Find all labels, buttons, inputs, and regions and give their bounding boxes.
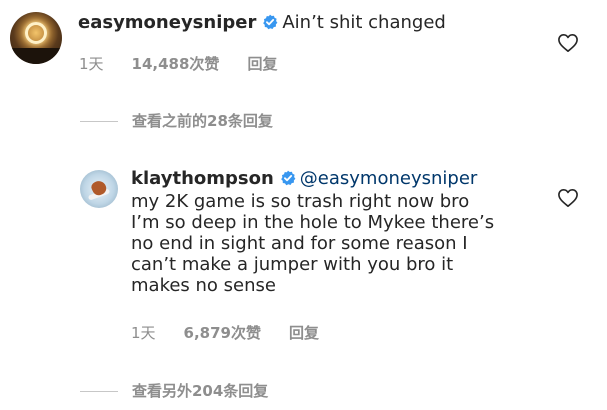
- reply-line: makes no sense: [131, 275, 276, 296]
- verified-badge-icon: [280, 170, 296, 186]
- verified-badge-icon: [263, 14, 278, 30]
- divider-line: [80, 391, 118, 392]
- reply-mention-link[interactable]: @easymoneysniper: [300, 168, 478, 189]
- reply-likes[interactable]: 6,879次赞: [184, 324, 261, 342]
- comment-reply-button[interactable]: 回复: [247, 55, 277, 73]
- comment-likes[interactable]: 14,488次赞: [132, 55, 220, 73]
- reply-line: I’m so deep in the hole to Mykee there’s: [131, 212, 495, 233]
- view-more-replies[interactable]: 查看另外204条回复: [80, 380, 268, 401]
- avatar-light-ring: [25, 22, 47, 44]
- avatar-easymoneysniper[interactable]: [10, 12, 62, 64]
- like-heart-icon[interactable]: [557, 33, 579, 53]
- reply-meta: 1天 6,879次赞 回复: [131, 322, 347, 343]
- view-previous-replies[interactable]: 查看之前的28条回复: [80, 110, 273, 131]
- avatar-klaythompson[interactable]: [80, 170, 118, 208]
- reply-line: can’t make a jumper with you bro it: [131, 254, 454, 275]
- view-previous-replies-label: 查看之前的28条回复: [132, 112, 273, 130]
- comment-header: easymoneysniper Ain’t shit changed: [78, 12, 446, 34]
- reply-line: no end in sight and for some reason I: [131, 233, 468, 254]
- divider-line: [80, 121, 118, 122]
- comment-time: 1天: [79, 55, 104, 73]
- reply-time: 1天: [131, 324, 156, 342]
- reply-reply-button[interactable]: 回复: [289, 324, 319, 342]
- reply-body: my 2K game is so trash right now bro I’m…: [131, 191, 551, 296]
- comment-username[interactable]: easymoneysniper: [78, 12, 256, 33]
- reply-line: my 2K game is so trash right now bro: [131, 191, 470, 212]
- avatar-floor: [10, 48, 62, 64]
- comment-text: Ain’t shit changed: [282, 12, 446, 33]
- reply-username[interactable]: klaythompson: [131, 168, 274, 189]
- comment-meta: 1天 14,488次赞 回复: [79, 53, 305, 74]
- view-more-replies-label: 查看另外204条回复: [132, 382, 269, 400]
- reply-header: klaythompson @easymoneysniper: [131, 168, 477, 190]
- like-heart-icon[interactable]: [557, 188, 579, 208]
